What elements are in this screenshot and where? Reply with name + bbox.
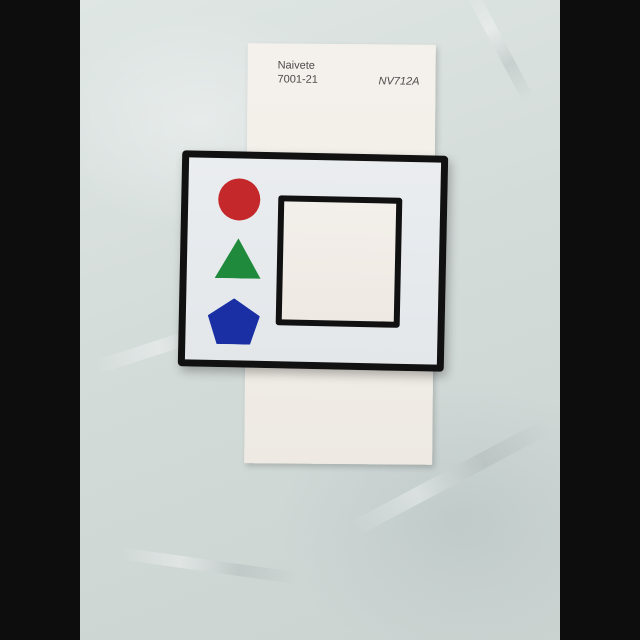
fabric-fold [466,0,534,102]
blue-pentagon-shape [207,298,260,345]
cutout-window [275,195,403,328]
photo-area: Naivete 7001-21 NV712A [80,0,560,640]
swatch-color-name: Naivete [277,59,315,72]
fabric-fold [120,547,300,585]
shape-card-frame [177,150,449,372]
red-circle-shape [217,178,261,221]
right-letterbox-bar [560,0,640,640]
left-letterbox-bar [0,0,80,640]
swatch-color-code: NV712A [378,75,420,88]
green-triangle-shape [215,238,262,279]
swatch-color-number: 7001-21 [277,73,318,86]
